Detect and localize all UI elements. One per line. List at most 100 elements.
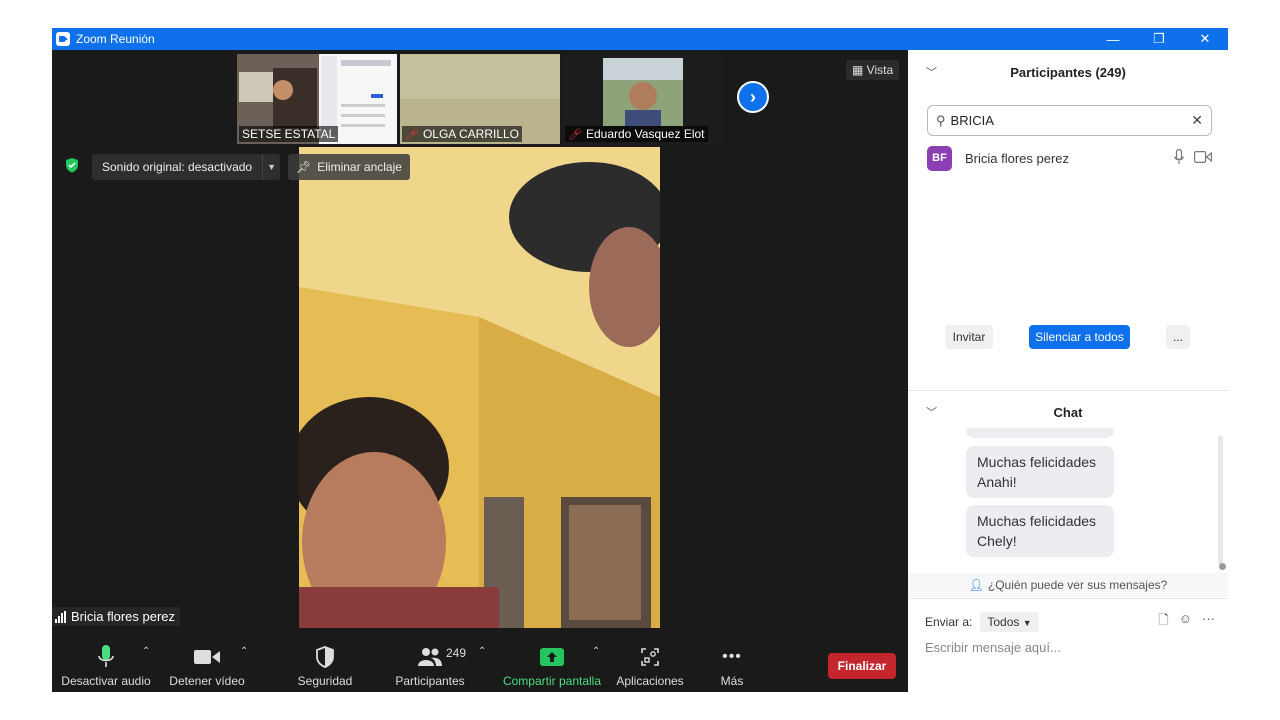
active-speaker-video-image — [299, 147, 660, 628]
meeting-toolbar: Desactivar audio ⌃ Detener vídeo ⌃ Segur… — [52, 636, 908, 692]
end-meeting-button[interactable]: Finalizar — [828, 653, 896, 679]
share-screen-icon — [540, 642, 564, 672]
zoom-window: Zoom Reunión — ❐ ✕ SETSE ESTATAL 🎤︎ OLGA… — [52, 28, 1228, 692]
chevron-down-icon[interactable]: ﹀ — [926, 64, 937, 80]
chevron-down-icon[interactable]: ﹀ — [926, 404, 937, 420]
mute-all-button[interactable]: Silenciar a todos — [1029, 325, 1130, 349]
participants-options-chevron-icon[interactable]: ⌃ — [478, 646, 486, 657]
security-label: Seguridad — [297, 674, 353, 688]
who-can-see-label: ¿Quién puede ver sus mensajes? — [987, 578, 1168, 592]
more-button[interactable]: ••• Más — [708, 636, 756, 692]
more-options-button[interactable]: ... — [1166, 325, 1190, 349]
more-dots-icon[interactable]: ··· — [1202, 611, 1215, 633]
restore-button[interactable]: ❐ — [1136, 28, 1182, 50]
participant-thumbnail[interactable]: 🎤︎ OLGA CARRILLO — [400, 54, 560, 144]
participants-count: 249 — [446, 646, 467, 660]
active-speaker-name-tag: Bricia flores perez — [52, 607, 181, 626]
file-icon[interactable]: 🗋 — [1158, 611, 1168, 633]
audio-options-chevron-icon[interactable]: ⌃ — [142, 646, 150, 657]
window-title: Zoom Reunión — [76, 32, 155, 46]
view-button[interactable]: ▦ Vista — [846, 60, 900, 80]
send-to-label: Enviar a: — [925, 615, 973, 629]
chevron-down-icon[interactable]: ▼ — [262, 154, 280, 180]
view-button-label: Vista — [866, 63, 894, 77]
zoom-logo-icon — [56, 32, 70, 46]
chat-message-text: Muchas felicidades — [977, 513, 1097, 529]
invite-button[interactable]: Invitar — [945, 325, 993, 349]
muted-mic-icon: 🎤︎ — [568, 129, 582, 141]
chat-message-text: Muchas felicidades — [977, 454, 1097, 470]
thumbnail-name-text: OLGA CARRILLO — [422, 127, 520, 141]
chat-title: Chat — [1053, 404, 1083, 420]
microphone-icon — [1174, 148, 1184, 168]
mute-audio-button[interactable]: Desactivar audio — [60, 636, 152, 692]
video-camera-icon — [194, 642, 220, 672]
next-page-button[interactable]: › — [737, 81, 769, 113]
stop-video-button[interactable]: Detener vídeo — [164, 636, 250, 692]
muted-mic-icon: 🎤︎ — [405, 129, 419, 141]
encryption-shield-icon[interactable] — [64, 157, 80, 173]
emoji-icon[interactable]: ☺ — [1179, 611, 1192, 633]
close-button[interactable]: ✕ — [1182, 28, 1228, 50]
clear-search-icon[interactable]: ✕ — [1191, 112, 1203, 129]
security-shield-icon — [315, 642, 335, 672]
chat-message — [966, 428, 1114, 438]
connection-strength-icon — [55, 610, 66, 623]
send-to-value: Todos — [987, 615, 1020, 629]
chat-scroll-thumb[interactable] — [1219, 563, 1226, 570]
chevron-right-icon: › — [750, 86, 756, 107]
participants-button[interactable]: Participantes — [390, 636, 470, 692]
participant-name: Bricia flores perez — [965, 150, 1070, 166]
participant-list-item[interactable]: BF Bricia flores perez — [927, 145, 1212, 171]
apps-button[interactable]: Aplicaciones — [614, 636, 686, 692]
original-sound-label: Sonido original: desactivado — [102, 160, 253, 174]
avatar: BF — [927, 145, 952, 171]
unpin-button[interactable]: 📌︎ Eliminar anclaje — [288, 154, 410, 180]
send-to-dropdown[interactable]: Todos ▼ — [980, 612, 1039, 632]
share-options-chevron-icon[interactable]: ⌃ — [592, 646, 600, 657]
share-screen-label: Compartir pantalla — [502, 674, 602, 688]
thumbnail-name: 🎤︎ OLGA CARRILLO — [402, 126, 523, 142]
user-eye-icon: 👤︎ — [968, 578, 984, 592]
active-speaker-video — [299, 147, 660, 628]
participant-thumbnail[interactable]: 🎤︎ Eduardo Vasquez Elot — [563, 54, 723, 144]
minimize-button[interactable]: — — [1090, 28, 1136, 50]
participant-thumbnail[interactable]: SETSE ESTATAL — [237, 54, 397, 144]
thumbnail-name: SETSE ESTATAL — [239, 126, 339, 142]
share-screen-button[interactable]: Compartir pantalla — [500, 636, 604, 692]
apps-label: Aplicaciones — [616, 674, 684, 688]
video-options-chevron-icon[interactable]: ⌃ — [240, 646, 248, 657]
participants-icon — [417, 642, 443, 672]
stop-video-label: Detener vídeo — [169, 674, 245, 688]
side-panel: ﹀ Participantes (249) ⚲ BRICIA ✕ BF Bric… — [908, 50, 1228, 692]
grid-icon: ▦ — [852, 63, 867, 77]
chat-message-text: Anahi! — [977, 474, 1017, 490]
participant-search-input[interactable]: ⚲ BRICIA ✕ — [927, 105, 1212, 136]
participants-label: Participantes — [395, 674, 465, 688]
divider — [908, 598, 1228, 599]
send-to-row: Enviar a: Todos ▼ 🗋 ☺ ··· — [925, 611, 1215, 633]
video-area: SETSE ESTATAL 🎤︎ OLGA CARRILLO 🎤︎ Eduardo … — [52, 50, 908, 636]
who-can-see-messages-link[interactable]: 👤︎ ¿Quién puede ver sus mensajes? — [908, 573, 1228, 597]
search-value[interactable]: BRICIA — [951, 113, 1192, 128]
security-button[interactable]: Seguridad — [290, 636, 360, 692]
search-icon: ⚲ — [936, 112, 946, 128]
chat-scrollbar[interactable] — [1218, 435, 1223, 565]
chat-message: Muchas felicidades Anahi! — [966, 446, 1114, 498]
original-sound-toggle[interactable]: Sonido original: desactivado ▼ — [92, 154, 281, 180]
participants-panel-title: Participantes (249) — [1010, 64, 1126, 80]
thumbnail-name: 🎤︎ Eduardo Vasquez Elot — [565, 126, 708, 142]
participants-panel-header: ﹀ Participantes (249) — [908, 50, 1228, 94]
active-speaker-name: Bricia flores perez — [71, 609, 176, 624]
title-bar: Zoom Reunión — ❐ ✕ — [52, 28, 1228, 50]
pin-icon: 📌︎ — [296, 160, 312, 174]
thumbnail-name-text: Eduardo Vasquez Elot — [585, 127, 705, 141]
more-label: Más — [720, 674, 744, 688]
chevron-down-icon: ▼ — [1022, 618, 1032, 628]
mute-audio-label: Desactivar audio — [61, 674, 151, 688]
apps-icon — [641, 642, 659, 672]
video-camera-icon — [1194, 150, 1212, 166]
chat-message-input[interactable]: Escribir mensaje aquí... — [925, 640, 1215, 662]
chat-message-text: Chely! — [977, 533, 1017, 549]
microphone-icon — [98, 642, 114, 672]
